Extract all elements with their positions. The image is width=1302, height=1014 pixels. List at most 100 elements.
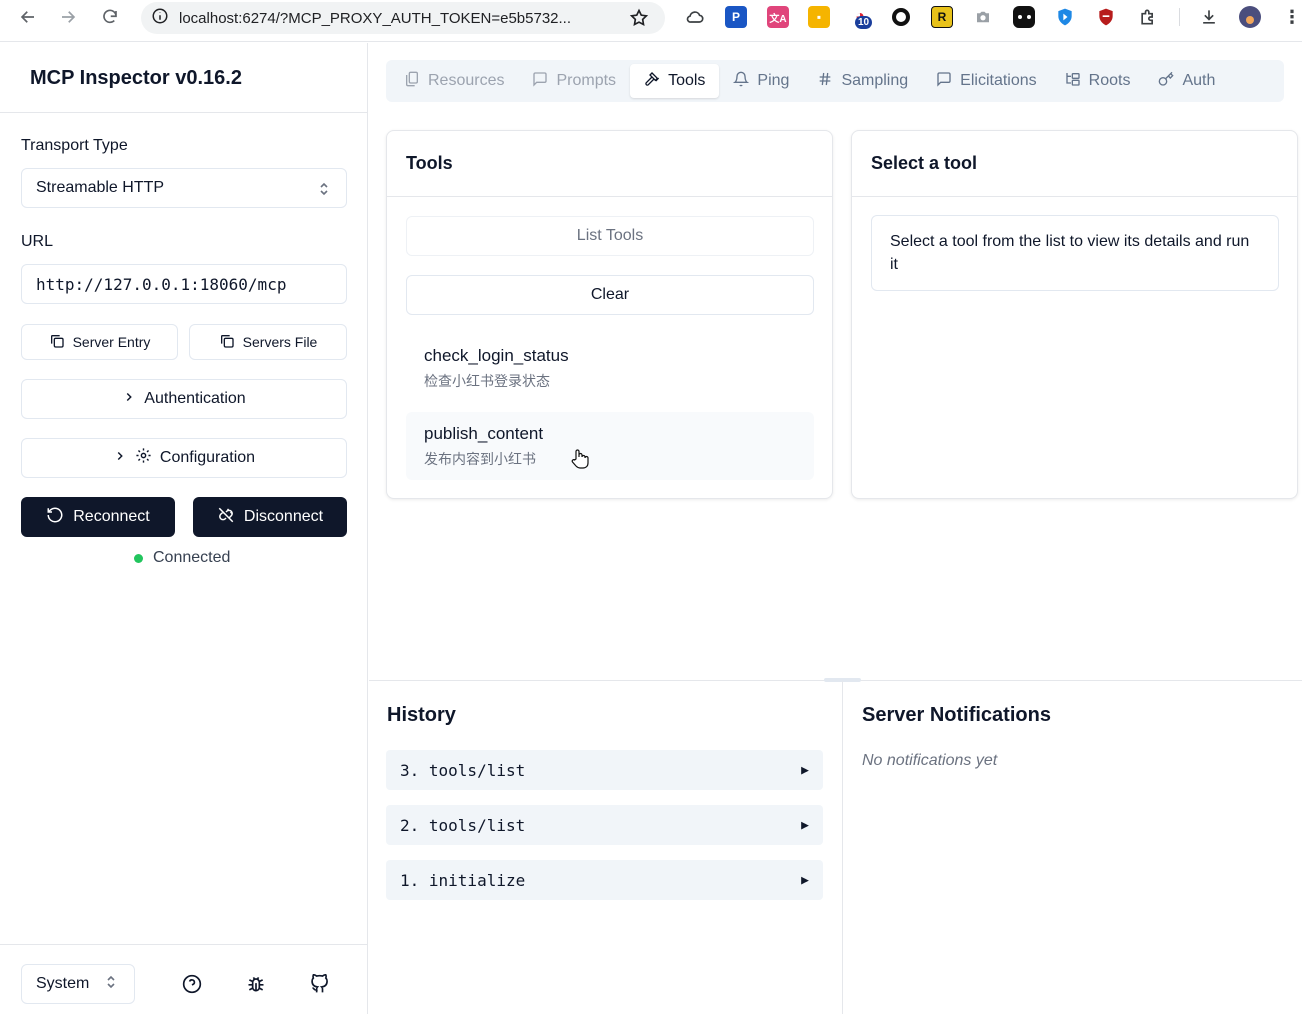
url-text: localhost:6274/?MCP_PROXY_AUTH_TOKEN=e5b… <box>179 9 572 27</box>
tool-detail-card: Select a tool Select a tool from the lis… <box>851 130 1298 499</box>
sidebar-header-divider <box>0 112 367 113</box>
toolbar-divider <box>1179 8 1180 26</box>
url-input-value: http://127.0.0.1:18060/mcp <box>36 274 287 294</box>
history-item-label: 1. initialize <box>400 870 526 890</box>
bookmark-star-icon[interactable] <box>629 8 649 33</box>
history-item-label: 2. tools/list <box>400 815 526 835</box>
reconnect-label: Reconnect <box>73 508 150 525</box>
expand-triangle-icon[interactable]: ▶ <box>801 873 809 888</box>
copy-icon <box>49 333 65 352</box>
tab-sampling[interactable]: Sampling <box>803 64 922 98</box>
reload-icon[interactable] <box>98 5 122 29</box>
sidebar: MCP Inspector v0.16.2 Transport Type Str… <box>0 43 368 1014</box>
url-label: URL <box>21 233 54 250</box>
tab-label: Prompts <box>556 72 617 89</box>
puzzle-extensions-icon[interactable] <box>1137 6 1159 28</box>
blue-extension-icon[interactable]: P <box>725 6 747 28</box>
app-title: MCP Inspector v0.16.2 <box>30 67 242 89</box>
server-entry-button[interactable]: Server Entry <box>21 324 178 360</box>
status-dot <box>134 553 143 563</box>
tab-label: Resources <box>428 72 505 89</box>
site-info-icon[interactable] <box>151 7 169 30</box>
authentication-label: Authentication <box>144 390 246 407</box>
transport-type-label: Transport Type <box>21 137 128 154</box>
tab-resources[interactable]: Resources <box>390 64 518 98</box>
expand-triangle-icon[interactable]: ▶ <box>801 763 809 778</box>
tab-roots[interactable]: Roots <box>1051 64 1145 98</box>
shield-extension-icon[interactable] <box>1054 6 1076 28</box>
tab-prompts[interactable]: Prompts <box>518 64 630 98</box>
tool-detail-title: Select a tool <box>852 131 1297 197</box>
tool-list-item[interactable]: publish_content 发布内容到小红书 <box>406 412 814 480</box>
configuration-toggle[interactable]: Configuration <box>21 438 347 478</box>
r-extension-icon[interactable]: R <box>931 6 953 28</box>
gamepad-extension-icon[interactable] <box>1013 6 1035 28</box>
profile-avatar[interactable] <box>1239 6 1261 28</box>
tool-list-item[interactable]: check_login_status 检查小红书登录状态 <box>406 334 814 402</box>
theme-select[interactable]: System <box>21 964 135 1004</box>
tools-card: Tools List Tools Clear check_login_statu… <box>386 130 833 499</box>
message-square-icon <box>532 71 548 92</box>
red-extension-icon[interactable]: ◕ 10 <box>849 6 873 29</box>
history-title: History <box>387 704 456 726</box>
reconnect-button[interactable]: Reconnect <box>21 497 175 537</box>
browser-toolbar: localhost:6274/?MCP_PROXY_AUTH_TOKEN=e5b… <box>0 0 1302 42</box>
configuration-label: Configuration <box>159 449 256 466</box>
help-circle-icon[interactable] <box>179 971 205 997</box>
forward-icon[interactable] <box>56 5 80 29</box>
tab-auth[interactable]: Auth <box>1144 64 1229 98</box>
circle-extension-icon[interactable] <box>890 6 912 28</box>
chevrons-up-down-icon <box>105 974 117 995</box>
bell-icon <box>733 71 750 92</box>
back-icon[interactable] <box>16 5 40 29</box>
tab-label: Roots <box>1088 72 1131 89</box>
address-bar[interactable]: localhost:6274/?MCP_PROXY_AUTH_TOKEN=e5b… <box>141 2 665 34</box>
tool-detail-message: Select a tool from the list to view its … <box>871 215 1279 291</box>
tab-elicitations[interactable]: Elicitations <box>922 64 1050 98</box>
tab-tools[interactable]: Tools <box>630 64 720 98</box>
authentication-toggle[interactable]: Authentication <box>21 379 347 419</box>
servers-file-label: Servers File <box>242 334 318 350</box>
chevrons-up-down-icon <box>318 181 330 202</box>
disconnect-button[interactable]: Disconnect <box>193 497 347 537</box>
history-item-label: 3. tools/list <box>400 760 526 780</box>
server-entry-label: Server Entry <box>72 334 151 350</box>
status-text: Connected <box>153 549 231 566</box>
unplug-icon <box>217 506 235 529</box>
transport-type-select[interactable]: Streamable HTTP <box>21 168 347 208</box>
browser-menu-icon[interactable]: ⋮ <box>1281 6 1302 28</box>
history-item[interactable]: 3. tools/list ▶ <box>386 750 823 790</box>
tab-label: Elicitations <box>960 72 1037 89</box>
bug-icon[interactable] <box>243 971 269 997</box>
notifications-title: Server Notifications <box>862 704 1051 726</box>
cloud-extension-icon[interactable] <box>684 6 706 28</box>
list-tools-button[interactable]: List Tools <box>406 216 814 256</box>
history-item[interactable]: 1. initialize ▶ <box>386 860 823 900</box>
hash-icon <box>817 71 833 92</box>
tool-name: publish_content <box>424 424 544 443</box>
translate-extension-icon[interactable]: 文A <box>767 6 789 28</box>
copy-icon <box>219 333 235 352</box>
transport-type-value: Streamable HTTP <box>36 179 165 196</box>
servers-file-button[interactable]: Servers File <box>189 324 347 360</box>
tab-ping[interactable]: Ping <box>719 64 803 98</box>
connection-status: Connected <box>134 549 230 567</box>
tool-description: 发布内容到小红书 <box>424 451 536 467</box>
download-icon[interactable] <box>1198 6 1220 28</box>
url-input[interactable]: http://127.0.0.1:18060/mcp <box>21 264 347 304</box>
history-item[interactable]: 2. tools/list ▶ <box>386 805 823 845</box>
clear-button[interactable]: Clear <box>406 275 814 315</box>
chevron-right-icon <box>122 390 136 409</box>
gear-icon <box>135 447 152 469</box>
expand-triangle-icon[interactable]: ▶ <box>801 818 809 833</box>
sidebar-footer-divider <box>0 944 367 945</box>
notifications-empty-text: No notifications yet <box>862 752 998 769</box>
message-square-icon <box>936 71 952 92</box>
camera-extension-icon[interactable] <box>972 6 994 28</box>
list-tools-label: List Tools <box>576 227 644 244</box>
red-shield-extension-icon[interactable] <box>1095 6 1117 28</box>
chevron-right-icon <box>113 449 127 468</box>
notes-extension-icon[interactable]: ▪ <box>808 6 830 28</box>
theme-value: System <box>36 975 90 992</box>
github-icon[interactable] <box>307 971 333 997</box>
